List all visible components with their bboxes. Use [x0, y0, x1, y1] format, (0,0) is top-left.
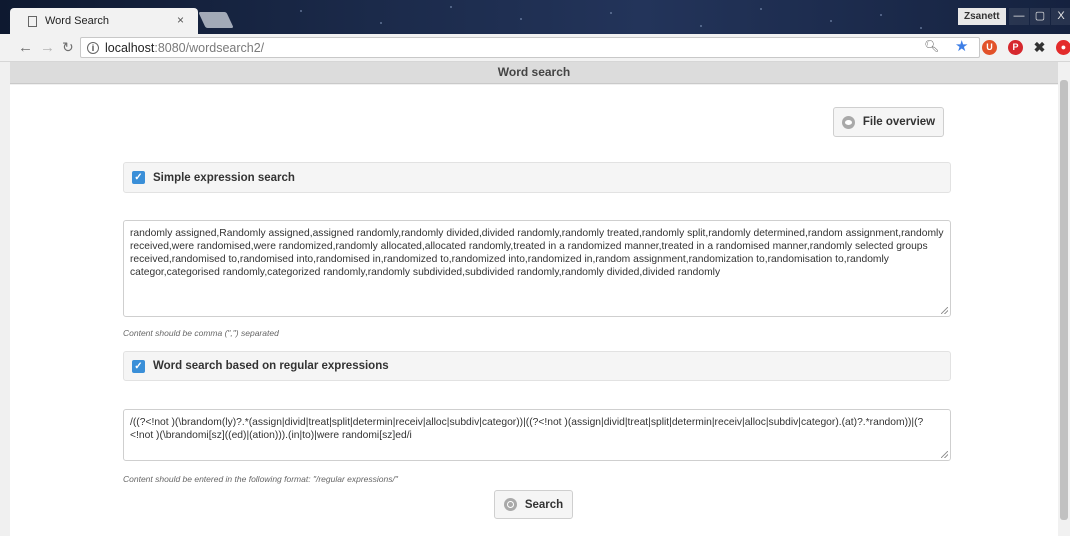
file-overview-button[interactable]: File overview	[833, 107, 944, 137]
bookmark-star-icon[interactable]: ★	[955, 37, 968, 55]
close-window-button[interactable]: X	[1051, 8, 1070, 25]
simple-search-hint: Content should be comma (",") separated	[123, 328, 279, 338]
page-title: Word search	[10, 62, 1058, 84]
resize-handle-icon[interactable]	[941, 307, 948, 314]
search-label: Search	[524, 498, 564, 511]
tab-title: Word Search	[45, 15, 109, 27]
file-overview-label: File overview	[862, 116, 936, 128]
regex-search-hint: Content should be entered in the followi…	[123, 474, 398, 484]
regex-search-section: ✓ Word search based on regular expressio…	[123, 351, 951, 381]
address-bar[interactable]: i localhost :8080/wordsearch2/	[80, 37, 980, 58]
regex-expression-textarea[interactable]: /((?<!not )(\brandom(ly)?.*(assign|divid…	[123, 409, 951, 461]
extension-tool-icon[interactable]: ✖	[1032, 40, 1047, 55]
extension-ublock-icon[interactable]: U	[982, 40, 997, 55]
simple-expression-text: randomly assigned,Randomly assigned,assi…	[130, 228, 944, 278]
scrollbar-thumb[interactable]	[1060, 80, 1068, 520]
document-icon	[28, 15, 37, 27]
simple-expression-textarea[interactable]: randomly assigned,Randomly assigned,assi…	[123, 220, 951, 317]
eye-icon	[841, 115, 855, 129]
extension-pinterest-icon[interactable]: P	[1008, 40, 1023, 55]
simple-search-label: Simple expression search	[153, 171, 295, 184]
regex-search-checkbox[interactable]: ✓	[132, 359, 145, 373]
regex-search-label: Word search based on regular expressions	[153, 360, 389, 372]
reload-icon[interactable]: ↻	[62, 39, 74, 56]
browser-titlebar: Word Search × Zsanett — ▢ X	[0, 0, 1070, 34]
main-content: File overview ✓ Simple expression search…	[10, 85, 1058, 536]
browser-tab[interactable]: Word Search ×	[10, 8, 198, 34]
search-button[interactable]: Search	[494, 490, 573, 519]
regex-expression-text: /((?<!not )(\brandom(ly)?.*(assign|divid…	[130, 417, 924, 441]
resize-handle-icon[interactable]	[941, 451, 948, 458]
zoom-icon[interactable]: 🔍︎	[924, 39, 939, 53]
extension-red-icon[interactable]: ●	[1056, 40, 1070, 55]
minimize-button[interactable]: —	[1009, 8, 1029, 25]
simple-search-section: ✓ Simple expression search	[123, 162, 951, 193]
browser-toolbar: ← → ↻ i localhost :8080/wordsearch2/ 🔍︎ …	[0, 34, 1070, 62]
profile-button[interactable]: Zsanett	[958, 8, 1006, 25]
url-path: :8080/wordsearch2/	[154, 40, 265, 55]
window-controls: — ▢ X	[1008, 8, 1070, 25]
url-host: localhost	[105, 40, 155, 55]
maximize-button[interactable]: ▢	[1030, 8, 1050, 25]
forward-arrow-icon[interactable]: →	[40, 39, 55, 56]
info-icon[interactable]: i	[87, 41, 99, 54]
simple-search-checkbox[interactable]: ✓	[132, 171, 145, 184]
tab-close-icon[interactable]: ×	[177, 13, 184, 27]
new-tab-button[interactable]	[198, 12, 234, 28]
search-icon	[503, 498, 517, 511]
back-arrow-icon[interactable]: ←	[18, 39, 33, 56]
